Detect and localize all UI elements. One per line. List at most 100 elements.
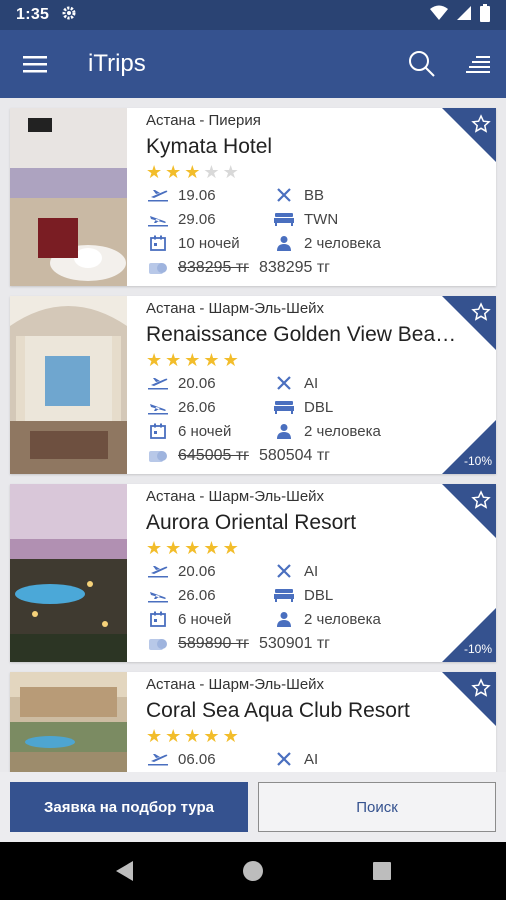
star-icon: ★ (184, 350, 201, 370)
status-time: 1:35 (16, 6, 50, 23)
money-icon (146, 635, 170, 653)
system-nav-bar (0, 842, 506, 900)
money-icon (146, 259, 170, 277)
menu-button[interactable] (0, 30, 70, 98)
bed-icon (272, 210, 296, 228)
nights-value: 6 ночей (178, 422, 232, 440)
recents-icon[interactable] (371, 860, 393, 882)
cutlery-icon (272, 374, 296, 392)
depart-cell: 19.06 (146, 186, 272, 204)
favorite-button[interactable] (442, 296, 496, 350)
bottom-actions: Заявка на подбор тура Поиск (0, 772, 506, 842)
depart-value: 20.06 (178, 562, 216, 580)
departure-row: 20.06 AI (146, 371, 486, 395)
star-icon: ★ (146, 350, 163, 370)
tour-list[interactable]: Астана - Пиерия Kymata Hotel ★ ★ ★ ★ ★ 19.06 BB 2… (0, 98, 506, 772)
meal-value: BB (304, 186, 325, 204)
star-icon: ★ (222, 538, 239, 558)
meal-value: AI (304, 750, 319, 768)
old-price: 645005 тг (178, 447, 249, 464)
star-icon: ★ (222, 350, 239, 370)
star-icon: ★ (203, 350, 220, 370)
star-icon: ★ (222, 162, 239, 182)
tour-card[interactable]: Астана - Шарм-Эль-Шейх Renaissance Golden… (10, 296, 496, 474)
depart-value: 20.06 (178, 374, 216, 392)
departure-row: 06.06 AI (146, 747, 486, 771)
discount-badge: -10% (442, 420, 496, 474)
people-cell: 2 человека (272, 610, 381, 628)
plane-arrival-icon (146, 586, 170, 604)
star-icon: ★ (165, 538, 182, 558)
people-cell: 2 человека (272, 234, 381, 252)
price-row: 589890 тг 530901 тг (146, 631, 486, 657)
nights-cell: 6 ночей (146, 610, 272, 628)
depart-value: 06.06 (178, 750, 216, 768)
plane-departure-icon (146, 750, 170, 768)
nights-value: 10 ночей (178, 234, 240, 252)
departure-row: 20.06 AI (146, 559, 486, 583)
search-submit-button[interactable]: Поиск (258, 782, 496, 832)
star-icon: ★ (146, 726, 163, 746)
tour-route: Астана - Пиерия (146, 112, 261, 129)
favorite-button[interactable] (442, 108, 496, 162)
star-icon: ★ (146, 162, 163, 182)
nights-cell: 6 ночей (146, 422, 272, 440)
meal-cell: BB (272, 186, 324, 204)
back-icon[interactable] (113, 859, 135, 883)
return-cell: 26.06 (146, 586, 272, 604)
meal-cell: AI (272, 562, 318, 580)
plane-departure-icon (146, 374, 170, 392)
tour-route: Астана - Шарм-Эль-Шейх (146, 488, 325, 505)
bed-icon (272, 398, 296, 416)
nights-row: 6 ночей 2 человека (146, 419, 486, 443)
tour-info: Астана - Шарм-Эль-Шейх Coral Sea Aqua Clu… (146, 676, 486, 771)
plane-arrival-icon (146, 398, 170, 416)
tour-card[interactable]: Астана - Шарм-Эль-Шейх Coral Sea Aqua Clu… (10, 672, 496, 772)
discount-badge: -10% (442, 608, 496, 662)
tour-card[interactable]: Астана - Пиерия Kymata Hotel ★ ★ ★ ★ ★ 19.06 BB 2… (10, 108, 496, 286)
room-value: DBL (304, 398, 334, 416)
depart-cell: 20.06 (146, 374, 272, 392)
settings-icon (61, 5, 77, 26)
people-value: 2 человека (304, 610, 381, 628)
hotel-name: Kymata Hotel (146, 135, 273, 158)
meal-cell: AI (272, 374, 318, 392)
depart-value: 19.06 (178, 186, 216, 204)
tour-card[interactable]: Астана - Шарм-Эль-Шейх Aurora Oriental Re… (10, 484, 496, 662)
nights-row: 10 ночей 2 человека (146, 231, 486, 255)
favorite-button[interactable] (442, 672, 496, 726)
price-row: 645005 тг 580504 тг (146, 443, 486, 469)
tour-info: Астана - Пиерия Kymata Hotel ★ ★ ★ ★ ★ 19.06 BB 2… (146, 112, 486, 281)
battery-icon (480, 3, 490, 27)
return-value: 26.06 (178, 398, 216, 416)
star-icon: ★ (184, 162, 201, 182)
return-cell: 26.06 (146, 398, 272, 416)
hamburger-icon (23, 56, 47, 73)
current-price: 838295 тг (259, 259, 330, 276)
discount-label: -10% (463, 454, 492, 468)
plane-arrival-icon (146, 210, 170, 228)
tour-route: Астана - Шарм-Эль-Шейх (146, 300, 325, 317)
request-tour-button[interactable]: Заявка на подбор тура (10, 782, 248, 832)
return-row: 26.06 DBL (146, 395, 486, 419)
hotel-rating: ★ ★ ★ ★ ★ (146, 163, 486, 183)
bed-icon (272, 586, 296, 604)
home-icon[interactable] (241, 859, 265, 883)
favorite-button[interactable] (442, 484, 496, 538)
search-button[interactable] (394, 30, 450, 98)
star-icon: ★ (184, 726, 201, 746)
room-cell: DBL (272, 586, 333, 604)
current-price: 580504 тг (259, 447, 330, 464)
app-bar: iTrips (0, 30, 506, 98)
tour-info: Астана - Шарм-Эль-Шейх Renaissance Golden… (146, 300, 486, 469)
room-value: DBL (304, 586, 334, 604)
calendar-icon (146, 610, 170, 628)
hotel-rating: ★ ★ ★ ★ ★ (146, 351, 486, 371)
sort-button[interactable] (450, 30, 506, 98)
return-row: 26.06 DBL (146, 583, 486, 607)
cutlery-icon (272, 562, 296, 580)
hotel-photo (10, 108, 127, 286)
person-icon (272, 422, 296, 440)
star-icon: ★ (203, 162, 220, 182)
hotel-name: Coral Sea Aqua Club Resort (146, 699, 410, 722)
